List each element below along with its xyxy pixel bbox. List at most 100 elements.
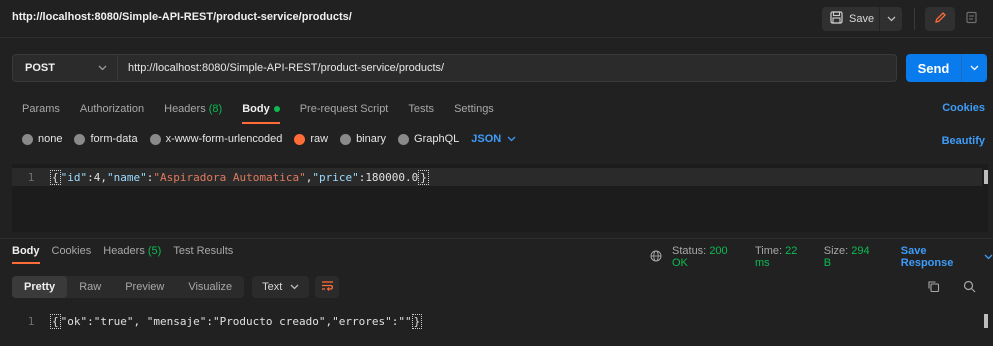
line-number: 1	[27, 170, 35, 184]
send-label: Send	[906, 54, 962, 82]
response-format-select[interactable]: Text	[252, 276, 310, 298]
request-title[interactable]: http://localhost:8080/Simple-API-REST/pr…	[12, 11, 352, 23]
save-icon	[830, 11, 843, 27]
status-info: Status: 200 OK	[672, 245, 745, 269]
save-response-label: Save Response	[900, 245, 954, 269]
chevron-down-icon	[887, 13, 896, 25]
size-label: Size:	[823, 245, 849, 257]
response-headers-count: (5)	[147, 245, 162, 257]
tab-response-cookies[interactable]: Cookies	[52, 245, 92, 257]
view-preview[interactable]: Preview	[113, 276, 176, 298]
radio-binary[interactable]: binary	[340, 133, 386, 145]
search-icon[interactable]	[963, 280, 976, 296]
code-line: 1 {"id":4,"name":"Aspiradora Automatica"…	[12, 168, 982, 186]
radio-graphql[interactable]: GraphQL	[398, 133, 459, 145]
radio-raw-label: raw	[310, 133, 329, 145]
status-label: Status:	[672, 245, 707, 257]
radio-urlencoded-label: x-www-form-urlencoded	[165, 133, 283, 145]
radio-none-label: none	[38, 133, 63, 145]
scrollbar[interactable]	[984, 314, 988, 328]
tab-pre-request-script[interactable]: Pre-request Script	[300, 98, 389, 120]
save-button[interactable]: Save	[822, 7, 902, 31]
brace-open: {	[50, 313, 61, 329]
method-label: POST	[25, 62, 55, 74]
save-dropdown-button[interactable]	[880, 13, 902, 25]
time-label: Time:	[754, 245, 783, 257]
copy-icon[interactable]	[927, 280, 940, 296]
globe-icon[interactable]	[650, 250, 662, 265]
save-response-button[interactable]: Save Response	[901, 245, 993, 269]
method-select[interactable]: POST	[13, 55, 118, 81]
url-input[interactable]: http://localhost:8080/Simple-API-REST/pr…	[118, 62, 896, 74]
request-body-editor[interactable]: 1 {"id":4,"name":"Aspiradora Automatica"…	[12, 164, 988, 232]
tab-authorization[interactable]: Authorization	[80, 98, 144, 120]
title-bar: http://localhost:8080/Simple-API-REST/pr…	[0, 0, 993, 38]
body-type-options: none form-data x-www-form-urlencoded raw…	[22, 133, 516, 145]
radio-form-data-label: form-data	[90, 133, 138, 145]
radio-circle	[398, 133, 410, 145]
chevron-down-icon	[507, 133, 516, 145]
response-tabs: Body Cookies Headers (5) Test Results	[12, 245, 233, 264]
json-key: "id"	[60, 170, 88, 184]
time-info: Time: 22 ms	[755, 245, 814, 269]
json-number: 4	[93, 170, 101, 184]
save-label: Save	[849, 13, 875, 25]
tab-response-headers[interactable]: Headers (5)	[103, 245, 161, 257]
chevron-down-icon	[984, 251, 993, 263]
json-key: "price"	[312, 170, 359, 184]
send-dropdown-button[interactable]	[962, 62, 987, 74]
response-body-code: {"ok":"true", "mensaje":"Producto creado…	[50, 313, 423, 329]
document-icon	[965, 11, 978, 27]
send-button[interactable]: Send	[906, 54, 987, 82]
line-number: 1	[27, 314, 35, 328]
response-bar: Body Cookies Headers (5) Test Results St…	[0, 238, 993, 269]
tab-tests[interactable]: Tests	[408, 98, 434, 120]
radio-circle	[149, 133, 161, 145]
tab-headers[interactable]: Headers (8)	[164, 98, 222, 120]
view-visualize[interactable]: Visualize	[176, 276, 244, 298]
brace-close: }	[411, 313, 423, 329]
tab-test-results[interactable]: Test Results	[173, 245, 233, 257]
size-info: Size: 294 B	[824, 245, 879, 269]
tab-params[interactable]: Params	[22, 98, 60, 120]
radio-circle	[22, 133, 33, 145]
tab-response-headers-label: Headers	[103, 245, 145, 257]
brace-close: }	[418, 169, 429, 185]
response-view-mode: Pretty Raw Preview Visualize	[12, 276, 245, 298]
json-string: "Aspiradora Automatica"	[153, 170, 306, 184]
radio-raw[interactable]: raw	[294, 133, 328, 145]
radio-urlencoded[interactable]: x-www-form-urlencoded	[149, 133, 283, 145]
response-status: Status: 200 OK Time: 22 ms Size: 294 B S…	[650, 245, 993, 269]
request-body-code: {"id":4,"name":"Aspiradora Automatica","…	[50, 169, 429, 185]
tab-response-body[interactable]: Body	[12, 245, 40, 264]
cookies-link[interactable]: Cookies	[942, 102, 985, 114]
tab-body[interactable]: Body	[242, 98, 280, 124]
scrollbar[interactable]	[984, 170, 988, 184]
view-raw[interactable]: Raw	[67, 276, 113, 298]
radio-circle	[340, 133, 352, 145]
chevron-down-icon	[290, 281, 299, 293]
radio-form-data[interactable]: form-data	[74, 133, 138, 145]
chevron-down-icon	[98, 62, 107, 74]
edit-button[interactable]	[925, 7, 955, 31]
json-key: "name"	[107, 170, 147, 184]
view-pretty[interactable]: Pretty	[12, 276, 68, 298]
wrap-lines-button[interactable]	[315, 276, 340, 298]
brace-open: {	[50, 169, 61, 185]
radio-circle	[294, 133, 306, 145]
radio-graphql-label: GraphQL	[414, 133, 460, 145]
radio-none[interactable]: none	[22, 133, 62, 145]
url-bar: POST http://localhost:8080/Simple-API-RE…	[12, 54, 897, 82]
request-tabs: Params Authorization Headers (8) Body Pr…	[22, 98, 494, 124]
tab-headers-label: Headers	[164, 103, 206, 115]
body-indicator-dot	[273, 106, 280, 112]
radio-circle	[74, 133, 86, 145]
documentation-button[interactable]	[958, 7, 984, 31]
response-text: "ok":"true", "mensaje":"Producto creado"…	[60, 314, 412, 328]
tab-settings[interactable]: Settings	[454, 98, 494, 120]
format-select[interactable]: JSON	[471, 133, 516, 145]
pencil-icon	[934, 11, 947, 27]
chevron-down-icon	[970, 62, 979, 74]
response-body-viewer[interactable]: 1 {"ok":"true", "mensaje":"Producto crea…	[12, 311, 988, 331]
beautify-link[interactable]: Beautify	[942, 135, 985, 147]
